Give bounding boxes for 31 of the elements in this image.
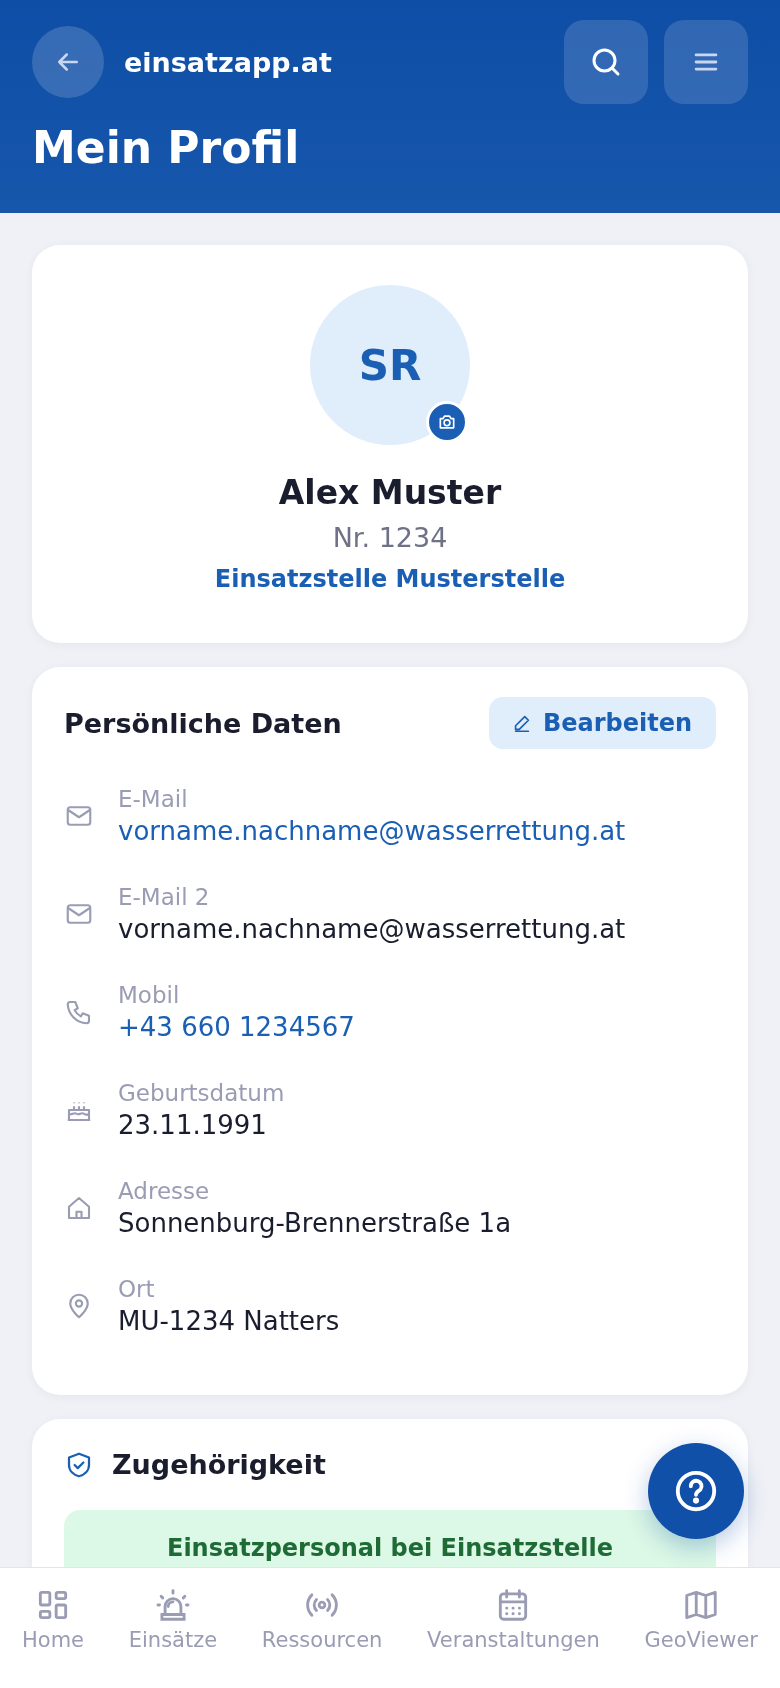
field-label: Adresse bbox=[118, 1178, 211, 1204]
nav-item[interactable]: Einsätze bbox=[120, 1568, 226, 1688]
section-title: Zugehörigkeit bbox=[112, 1449, 326, 1480]
nav-item[interactable]: Ressourcen bbox=[253, 1568, 391, 1688]
field-value: MU-1234 Natters bbox=[118, 1306, 340, 1336]
member-number: Nr. 1234 bbox=[332, 522, 448, 553]
site-name: einsatzapp.at bbox=[124, 46, 332, 78]
section-title: Persönliche Daten bbox=[64, 707, 342, 739]
edit-button[interactable]: Bearbeiten bbox=[488, 697, 716, 749]
camera-icon bbox=[437, 412, 457, 432]
field-label: Geburtsdatum bbox=[118, 1080, 285, 1106]
station-link[interactable]: Einsatzstelle Musterstelle bbox=[214, 565, 566, 593]
field-value: 23.11.1991 bbox=[118, 1110, 268, 1140]
field-label: Mobil bbox=[118, 982, 181, 1008]
field-label: E-Mail bbox=[118, 786, 189, 812]
field-label: E-Mail 2 bbox=[118, 884, 211, 910]
profile-name: Alex Muster bbox=[278, 473, 502, 512]
help-icon bbox=[673, 1468, 719, 1514]
nav-item[interactable]: Home bbox=[14, 1568, 92, 1688]
field-value: Sonnenburg-Brennerstraße 1a bbox=[118, 1208, 512, 1238]
nav-item[interactable]: GeoViewer bbox=[636, 1568, 766, 1688]
search-button[interactable] bbox=[564, 20, 648, 104]
menu-button[interactable] bbox=[664, 20, 748, 104]
field-value: vorname.nachname@wasserrettung.at bbox=[118, 914, 626, 944]
field-label: Ort bbox=[118, 1276, 156, 1302]
page-title: Mein Profil bbox=[32, 122, 301, 173]
nav-item[interactable]: Veranstaltungen bbox=[419, 1568, 608, 1688]
field-link[interactable]: +43 660 1234567 bbox=[118, 1012, 355, 1042]
avatar-initials: SR bbox=[310, 285, 470, 445]
field-link[interactable]: vorname.nachname@wasserrettung.at bbox=[118, 816, 626, 846]
status-text: Einsatzpersonal bei Einsatzstelle bbox=[167, 1534, 613, 1562]
